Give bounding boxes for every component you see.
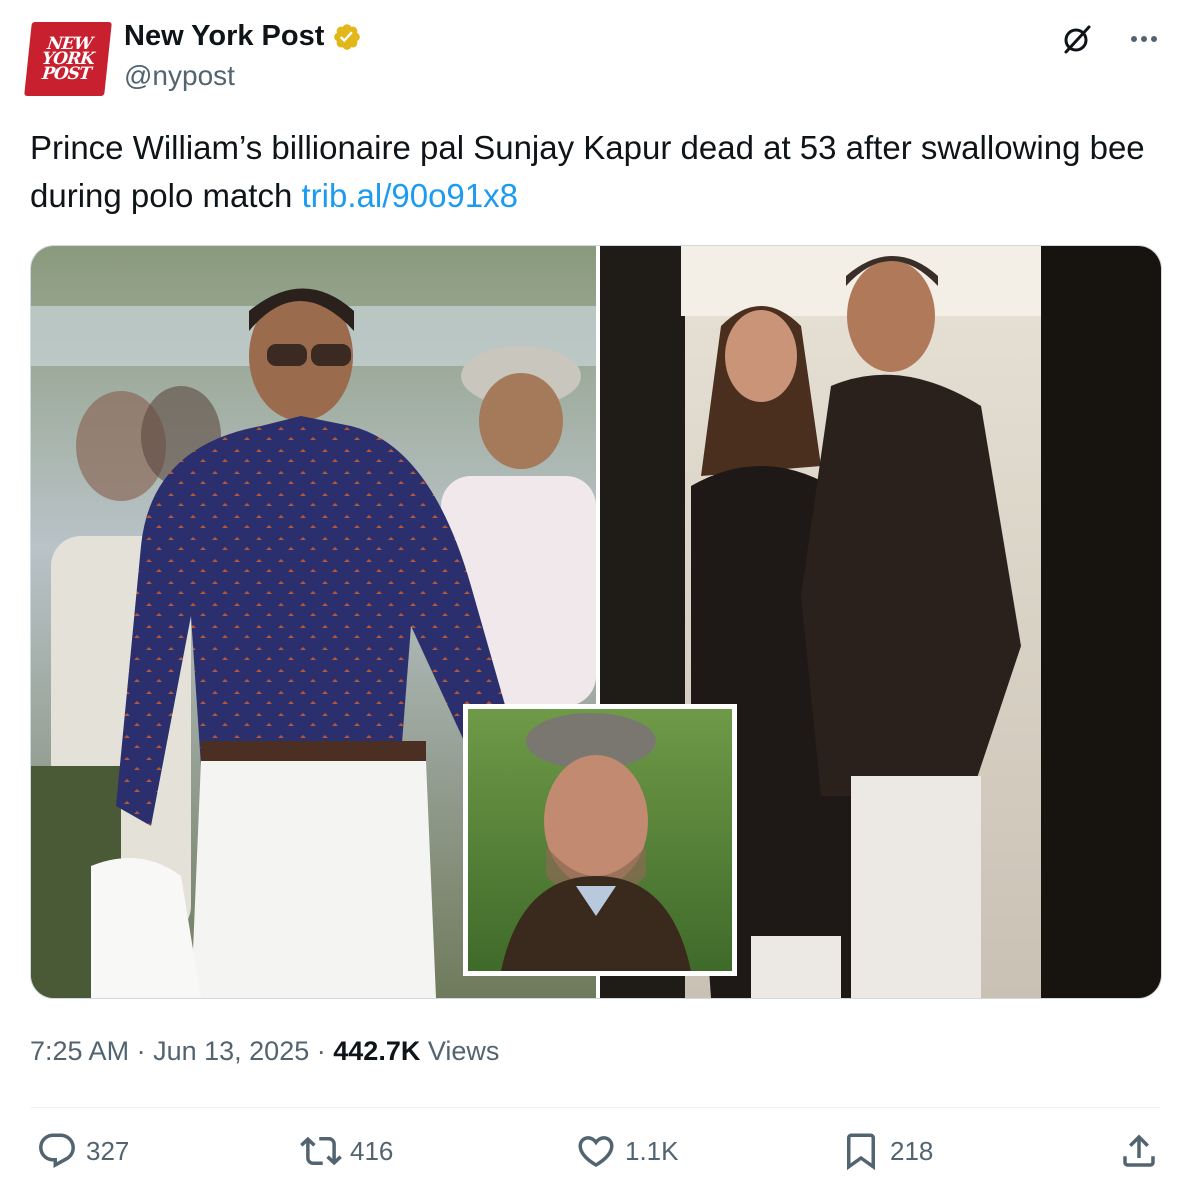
inset-photo (463, 704, 737, 976)
tweet-link[interactable]: trib.al/90o91x8 (302, 177, 518, 214)
author-name[interactable]: New York Post (124, 20, 324, 53)
tweet-time[interactable]: 7:25 AM (30, 1036, 129, 1066)
views-count: 442.7K (333, 1036, 421, 1066)
meta-separator: · (136, 1036, 146, 1066)
logo-line-3: POST (41, 63, 92, 84)
reply-count: 327 (86, 1135, 130, 1166)
repost-count: 416 (350, 1135, 394, 1166)
tweet-meta: 7:25 AM · Jun 13, 2025 · 442.7K Views (30, 1036, 499, 1067)
reply-icon (39, 1133, 75, 1168)
share-button[interactable] (1118, 1130, 1160, 1172)
avatar[interactable]: NEW YORK POST (24, 22, 112, 96)
tweet-text: Prince William’s billionaire pal Sunjay … (30, 124, 1160, 220)
like-button[interactable]: 1.1K (575, 1130, 679, 1172)
bookmark-count: 218 (890, 1135, 934, 1166)
more-icon[interactable] (1124, 24, 1164, 54)
tweet-body: Prince William’s billionaire pal Sunjay … (30, 129, 1145, 214)
repost-button[interactable]: 416 (300, 1130, 393, 1172)
bookmark-icon (847, 1133, 875, 1171)
like-count: 1.1K (625, 1135, 679, 1166)
meta-separator-2: · (316, 1036, 326, 1066)
grok-icon[interactable] (1060, 22, 1094, 56)
tweet-date[interactable]: Jun 13, 2025 (153, 1036, 309, 1066)
author-name-row[interactable]: New York Post (124, 20, 362, 53)
tweet-media[interactable] (30, 245, 1162, 999)
share-icon (1123, 1134, 1155, 1167)
media-collage (31, 246, 1161, 998)
action-bar: 327 416 1.1K 218 (30, 1130, 1160, 1186)
like-icon (578, 1136, 614, 1168)
verified-badge-icon (334, 23, 361, 50)
repost-icon (300, 1136, 342, 1166)
author-handle[interactable]: @nypost (124, 60, 235, 92)
bookmark-button[interactable]: 218 (840, 1130, 933, 1172)
views-label: Views (427, 1036, 500, 1066)
divider (30, 1107, 1160, 1108)
reply-button[interactable]: 327 (36, 1130, 129, 1172)
tweet-header: NEW YORK POST New York Post @nypost (24, 20, 1164, 100)
